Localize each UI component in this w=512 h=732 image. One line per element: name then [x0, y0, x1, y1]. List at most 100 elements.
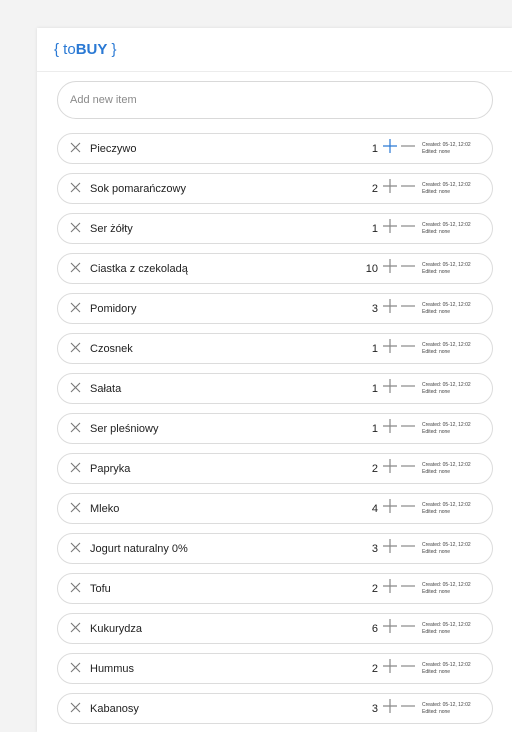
increase-quantity-button[interactable]: [382, 459, 398, 477]
increase-quantity-button[interactable]: [382, 339, 398, 357]
remove-item-button[interactable]: [68, 622, 82, 636]
list-item: Sałata 1 Created: 05-12, 12:02 Edited: none: [57, 373, 493, 404]
edited-timestamp: Edited: none: [422, 188, 451, 195]
increase-quantity-button[interactable]: [382, 419, 398, 437]
increase-quantity-button[interactable]: [382, 179, 398, 197]
created-timestamp: Created: 05-12, 12:02: [422, 501, 471, 508]
item-quantity: 2: [371, 182, 378, 195]
decrease-quantity-button[interactable]: [400, 181, 416, 197]
increase-quantity-button[interactable]: [382, 299, 398, 317]
edited-timestamp: Edited: none: [422, 428, 451, 435]
created-timestamp: Created: 05-12, 12:02: [422, 341, 471, 348]
minus-icon: [400, 218, 416, 239]
close-icon: [70, 340, 81, 358]
remove-item-button[interactable]: [68, 582, 82, 596]
item-name: Pomidory: [90, 302, 137, 315]
decrease-quantity-button[interactable]: [400, 301, 416, 317]
edited-timestamp: Edited: none: [422, 668, 451, 675]
remove-item-button[interactable]: [68, 662, 82, 676]
remove-item-button[interactable]: [68, 382, 82, 396]
increase-quantity-button[interactable]: [382, 578, 398, 599]
remove-item-button[interactable]: [68, 182, 82, 196]
item-timestamps: Created: 05-12, 12:02 Edited: none: [422, 262, 486, 276]
decrease-quantity-button[interactable]: [400, 701, 416, 717]
remove-item-button[interactable]: [68, 262, 82, 276]
increase-quantity-button[interactable]: [382, 539, 398, 557]
edited-timestamp: Edited: none: [422, 148, 451, 155]
decrease-quantity-button[interactable]: [400, 341, 416, 357]
app-window: { toBUY } Pieczywo 1 Created: 05-12, 12:02…: [37, 28, 512, 732]
plus-icon: [382, 578, 398, 599]
list-item: Mleko 4 Created: 05-12, 12:02 Edited: none: [57, 493, 493, 524]
list-item: Kabanosy 3 Created: 05-12, 12:02 Edited: no…: [57, 693, 493, 724]
item-name: Jogurt naturalny 0%: [90, 542, 188, 555]
item-quantity: 2: [371, 462, 378, 475]
decrease-quantity-button[interactable]: [400, 581, 416, 597]
plus-icon: [382, 698, 398, 719]
item-timestamps: Created: 05-12, 12:02 Edited: none: [422, 222, 486, 236]
increase-quantity-button[interactable]: [382, 499, 398, 517]
decrease-quantity-button[interactable]: [400, 421, 416, 437]
item-name: Kukurydza: [90, 622, 142, 635]
item-name: Czosnek: [90, 342, 133, 355]
remove-item-button[interactable]: [68, 222, 82, 236]
decrease-quantity-button[interactable]: [400, 501, 416, 517]
add-item-input[interactable]: [57, 81, 493, 119]
increase-quantity-button[interactable]: [382, 218, 398, 239]
item-quantity: 10: [365, 262, 378, 275]
close-icon: [70, 260, 81, 278]
increase-quantity-button[interactable]: [382, 619, 398, 637]
list-item: Ser pleśniowy 1 Created: 05-12, 12:02 Edite…: [57, 413, 493, 444]
item-quantity: 1: [371, 222, 378, 235]
decrease-quantity-button[interactable]: [400, 541, 416, 557]
plus-icon: [382, 218, 398, 239]
remove-item-button[interactable]: [68, 302, 82, 316]
item-name: Papryka: [90, 462, 131, 475]
remove-item-button[interactable]: [68, 702, 82, 716]
created-timestamp: Created: 05-12, 12:02: [422, 181, 471, 188]
shopping-list: Pieczywo 1 Created: 05-12, 12:02 Edited: no…: [57, 133, 493, 732]
decrease-quantity-button[interactable]: [400, 661, 416, 677]
list-item: Czosnek 1 Created: 05-12, 12:02 Edited: non…: [57, 333, 493, 364]
decrease-quantity-button[interactable]: [400, 621, 416, 637]
edited-timestamp: Edited: none: [422, 468, 451, 475]
increase-quantity-button[interactable]: [382, 259, 398, 277]
remove-item-button[interactable]: [68, 462, 82, 476]
item-timestamps: Created: 05-12, 12:02 Edited: none: [422, 182, 486, 196]
remove-item-button[interactable]: [68, 142, 82, 156]
decrease-quantity-button[interactable]: [400, 141, 416, 157]
increase-quantity-button[interactable]: [382, 139, 398, 157]
plus-icon: [382, 658, 398, 679]
remove-item-button[interactable]: [68, 542, 82, 556]
minus-icon: [400, 618, 416, 639]
item-quantity: 2: [371, 582, 378, 595]
item-name: Sałata: [90, 382, 122, 395]
item-timestamps: Created: 05-12, 12:02 Edited: none: [422, 582, 486, 596]
list-item: Ciastka z czekoladą 10 Created: 05-12, 12:…: [57, 253, 493, 284]
minus-icon: [400, 178, 416, 199]
edited-timestamp: Edited: none: [422, 388, 451, 395]
edited-timestamp: Edited: none: [422, 308, 451, 315]
list-item: Jogurt naturalny 0% 3 Created: 05-12, 12:0…: [57, 533, 493, 564]
item-timestamps: Created: 05-12, 12:02 Edited: none: [422, 622, 486, 636]
remove-item-button[interactable]: [68, 422, 82, 436]
decrease-quantity-button[interactable]: [400, 381, 416, 397]
remove-item-button[interactable]: [68, 342, 82, 356]
remove-item-button[interactable]: [68, 502, 82, 516]
minus-icon: [400, 498, 416, 519]
increase-quantity-button[interactable]: [382, 379, 398, 397]
minus-icon: [400, 698, 416, 719]
item-quantity: 1: [371, 142, 378, 155]
decrease-quantity-button[interactable]: [400, 261, 416, 277]
minus-icon: [400, 658, 416, 679]
decrease-quantity-button[interactable]: [400, 221, 416, 237]
item-timestamps: Created: 05-12, 12:02 Edited: none: [422, 342, 486, 356]
item-name: Mleko: [90, 502, 120, 515]
item-name: Ser pleśniowy: [90, 422, 159, 435]
decrease-quantity-button[interactable]: [400, 461, 416, 477]
increase-quantity-button[interactable]: [382, 698, 398, 719]
item-quantity: 1: [371, 342, 378, 355]
increase-quantity-button[interactable]: [382, 658, 398, 679]
edited-timestamp: Edited: none: [422, 588, 451, 595]
list-item: Papryka 2 Created: 05-12, 12:02 Edited: non…: [57, 453, 493, 484]
